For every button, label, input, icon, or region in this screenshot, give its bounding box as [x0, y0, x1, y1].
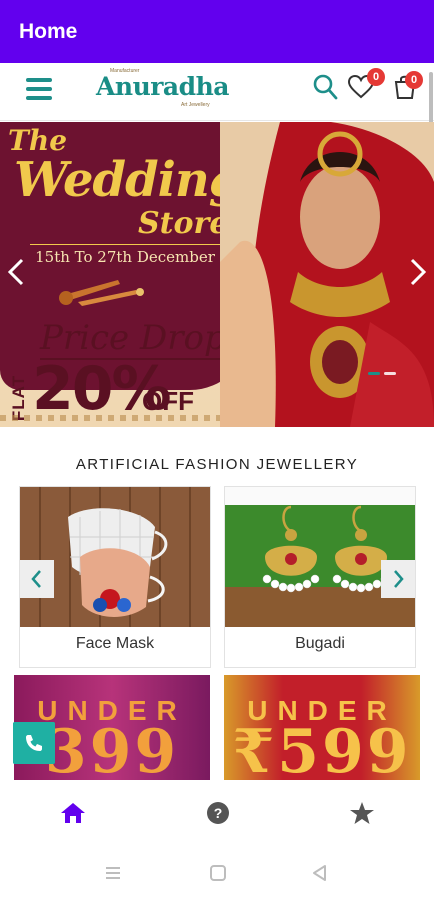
banner-flat-label: FLAT [6, 366, 30, 426]
home-icon[interactable] [59, 800, 87, 826]
chevron-right-icon[interactable] [406, 254, 430, 290]
carousel-dot-active[interactable] [368, 372, 380, 375]
star-icon[interactable] [348, 800, 376, 826]
section-title: ARTIFICIAL FASHION JEWELLERY [75, 456, 359, 473]
promo-under-599[interactable]: UNDER ₹599 [224, 675, 420, 785]
banner-flat-text: FLAT [9, 374, 29, 422]
page-title: Home [19, 19, 78, 43]
face-mask-image [20, 487, 210, 627]
bride-photo [220, 122, 434, 427]
product-label: Bugadi [295, 635, 345, 652]
system-navigation-bar [0, 846, 434, 900]
help-icon[interactable]: ? [204, 800, 232, 826]
chevron-right-icon[interactable] [381, 560, 415, 598]
system-home-icon[interactable] [208, 864, 228, 882]
app-screen: Home Manufacturer Anuradha Art Jewellery… [0, 0, 434, 900]
banner-text-panel: The Wedding Store 15th To 27th December … [0, 122, 250, 427]
bottom-navigation: ? [0, 780, 434, 846]
recent-apps-icon[interactable] [103, 864, 123, 882]
svg-text:?: ? [214, 805, 223, 821]
promo-banner[interactable]: The Wedding Store 15th To 27th December … [0, 122, 434, 427]
search-icon[interactable] [312, 73, 338, 101]
chevron-left-icon[interactable] [4, 254, 28, 290]
chevron-left-icon[interactable] [20, 560, 54, 598]
brand-logo[interactable]: Manufacturer Anuradha Art Jewellery [96, 68, 229, 112]
wishlist-count-badge: 0 [367, 68, 385, 86]
product-label: Face Mask [75, 635, 155, 652]
banner-dates: 15th To 27th December [30, 244, 220, 268]
banner-off: OFF [142, 386, 194, 416]
phone-icon[interactable] [13, 722, 55, 764]
carousel-dot[interactable] [384, 372, 396, 375]
logo-text: Anuradha [96, 72, 229, 101]
top-app-bar: Home [0, 0, 434, 63]
banner-wedding-text: Wedding [14, 152, 242, 208]
logo-tagline: Art Jewellery [181, 102, 210, 108]
bugadi-image [225, 487, 415, 627]
back-icon[interactable] [310, 864, 330, 882]
carousel-indicator[interactable] [368, 372, 408, 376]
cart-count-badge: 0 [405, 71, 423, 89]
banner-store-text: Store [138, 206, 229, 241]
horn-illustration [59, 280, 144, 306]
promo-price: ₹599 [232, 717, 412, 785]
menu-icon[interactable] [26, 78, 52, 100]
